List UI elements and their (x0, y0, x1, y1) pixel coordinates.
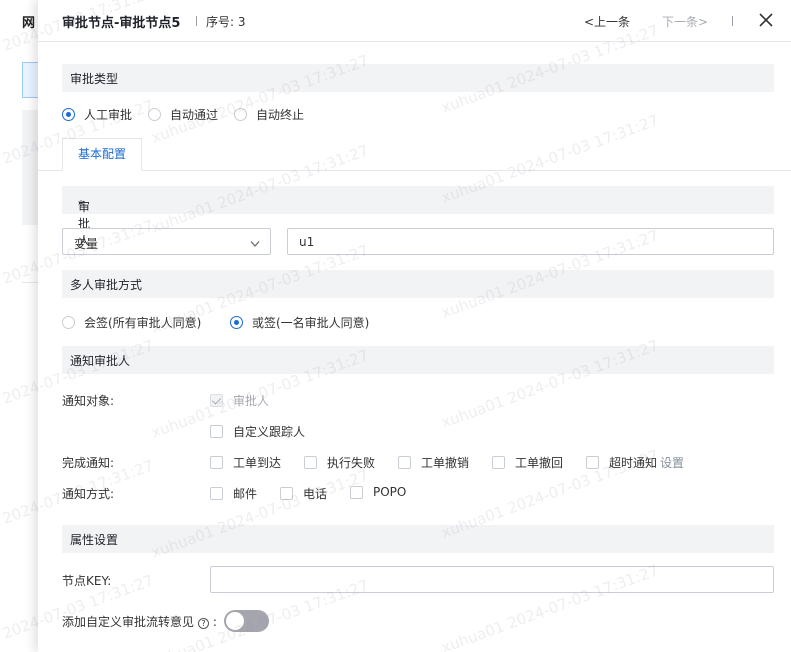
checkbox-label: 邮件 (233, 487, 258, 501)
checkbox-ticket-withdrawn[interactable]: 工单撤回 (492, 454, 563, 471)
checkbox-custom-tracker[interactable]: 自定义跟踪人 (210, 423, 305, 440)
radio-auto-pass[interactable]: 自动通过 (148, 106, 218, 123)
drawer-title: 审批节点-审批节点5 (62, 16, 181, 31)
radio-or-sign[interactable]: 或签(一名审批人同意) (230, 314, 369, 331)
checkbox-email[interactable]: 邮件 (210, 485, 257, 502)
radio-unchecked-icon (148, 108, 161, 121)
custom-opinion-colon: : (212, 615, 217, 629)
background-page-title: 网 (22, 16, 36, 31)
checkbox-icon (492, 456, 505, 469)
chevron-down-icon (250, 237, 260, 247)
custom-opinion-label: 添加自定义审批流转意见? : (62, 613, 217, 630)
checkbox-label: 工单到达 (233, 456, 282, 470)
checkbox-approver[interactable]: 审批人 (210, 392, 269, 409)
checkbox-checked-icon (210, 394, 223, 407)
approver-type-value: 变量 (74, 237, 99, 251)
close-icon[interactable] (758, 12, 774, 28)
checkbox-icon (304, 456, 317, 469)
checkbox-icon (210, 456, 223, 469)
checkbox-label: 超时通知 (609, 456, 658, 470)
checkbox-ticket-revoked[interactable]: 工单撤销 (398, 454, 469, 471)
node-key-label: 节点KEY: (62, 574, 112, 588)
checkbox-label: POPO (373, 485, 407, 499)
checkbox-icon (586, 456, 599, 469)
sequence-number: 序号: 3 (206, 15, 246, 29)
approver-section: * 审批人 (62, 186, 774, 248)
attributes-section: 属性设置 (62, 525, 774, 553)
approver-variable-input[interactable]: u1 (287, 228, 774, 255)
checkbox-icon (350, 485, 363, 499)
checkbox-exec-failed[interactable]: 执行失败 (304, 454, 375, 471)
radio-label: 自动终止 (256, 108, 305, 122)
approval-type-section: 审批类型 (62, 64, 774, 92)
checkbox-label: 电话 (303, 487, 328, 501)
custom-opinion-text: 添加自定义审批流转意见 (62, 615, 195, 629)
radio-unchecked-icon (62, 316, 75, 329)
checkbox-timeout-notify[interactable]: 超时通知 设置 (586, 454, 684, 471)
checkbox-ticket-arrived[interactable]: 工单到达 (210, 454, 281, 471)
radio-label: 自动通过 (170, 108, 219, 122)
help-icon[interactable]: ? (198, 618, 210, 629)
radio-checked-icon (230, 316, 243, 329)
checkbox-icon (398, 456, 411, 469)
checkbox-label: 审批人 (233, 394, 270, 408)
radio-manual-approval[interactable]: 人工审批 (62, 106, 132, 123)
checkbox-popo[interactable]: POPO (350, 485, 406, 499)
radio-unchecked-icon (234, 108, 247, 121)
checkbox-icon (210, 425, 223, 438)
drawer-header: 审批节点-审批节点5 序号: 3 <上一条 下一条> (38, 0, 791, 42)
node-config-drawer: 审批节点-审批节点5 序号: 3 <上一条 下一条> 审批类型 人工审批 自动通… (38, 0, 791, 652)
radio-countersign[interactable]: 会签(所有审批人同意) (62, 314, 201, 331)
checkbox-label: 工单撤回 (515, 456, 564, 470)
custom-opinion-toggle[interactable] (224, 610, 269, 632)
radio-label: 或签(一名审批人同意) (252, 316, 370, 330)
multi-approval-title: 多人审批方式 (70, 278, 143, 292)
node-key-input[interactable] (210, 566, 774, 593)
tab-divider (38, 170, 791, 171)
radio-label: 人工审批 (84, 108, 133, 122)
attributes-title: 属性设置 (70, 533, 119, 547)
checkbox-icon (280, 487, 293, 500)
close-separator (732, 16, 733, 26)
radio-checked-icon (62, 108, 75, 121)
approval-type-title: 审批类型 (70, 72, 119, 86)
toggle-knob (226, 612, 244, 630)
tab-basic-config[interactable]: 基本配置 (62, 138, 142, 171)
timeout-settings-link[interactable]: 设置 (660, 454, 684, 471)
notify-target-label: 通知对象: (62, 394, 115, 408)
checkbox-label: 工单撤销 (421, 456, 470, 470)
next-button[interactable]: 下一条> (662, 13, 708, 30)
multi-approval-section: 多人审批方式 (62, 270, 774, 298)
title-separator (196, 16, 197, 26)
checkbox-label: 执行失败 (327, 456, 376, 470)
checkbox-icon (210, 487, 223, 500)
approver-type-select[interactable]: 变量 (62, 228, 271, 255)
notify-section: 通知审批人 (62, 346, 774, 374)
checkbox-phone[interactable]: 电话 (280, 485, 327, 502)
checkbox-label: 自定义跟踪人 (233, 425, 306, 439)
complete-notify-label: 完成通知: (62, 456, 115, 470)
previous-button[interactable]: <上一条 (584, 13, 630, 30)
approver-variable-value: u1 (299, 235, 315, 249)
notify-method-label: 通知方式: (62, 487, 115, 501)
radio-label: 会签(所有审批人同意) (84, 316, 202, 330)
notify-title: 通知审批人 (70, 354, 131, 368)
radio-auto-terminate[interactable]: 自动终止 (234, 106, 304, 123)
